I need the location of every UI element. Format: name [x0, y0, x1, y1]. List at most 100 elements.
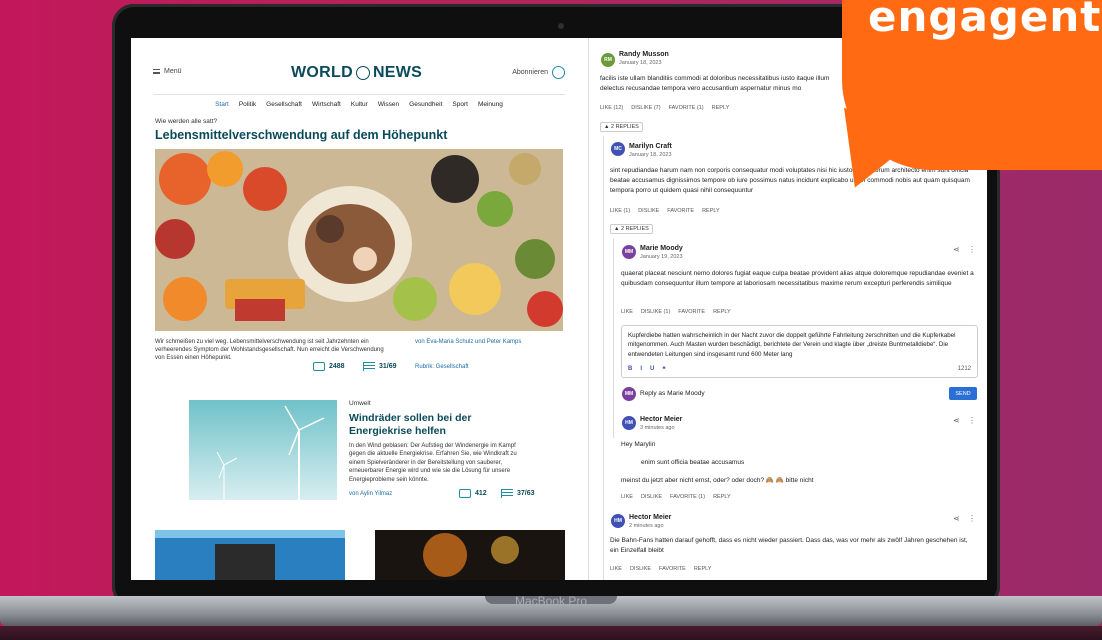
- lead-authors[interactable]: von Eva-Maria Schulz und Peter Kamps: [415, 338, 565, 346]
- reply-button[interactable]: REPLY: [702, 208, 720, 214]
- dislike-button[interactable]: DISLIKE (7): [631, 105, 660, 111]
- second-reads-value: 37/63: [517, 490, 535, 497]
- comment-text: sint repudiandae harum nam non corporis …: [610, 167, 970, 194]
- second-headline[interactable]: Windräder sollen bei der Energiekrise he…: [349, 412, 499, 437]
- dislike-button[interactable]: DISLIKE: [638, 208, 659, 214]
- dislike-button[interactable]: DISLIKE (1): [641, 309, 670, 315]
- lead-read-count[interactable]: 31/69: [363, 362, 397, 371]
- second-read-count[interactable]: 37/63: [501, 489, 535, 498]
- subscribe-label: Abonnieren: [512, 69, 548, 76]
- comment-author[interactable]: Marilyn Craft: [629, 143, 672, 150]
- comment-date: January 18, 2023: [629, 152, 672, 158]
- lead-comments-value: 2488: [329, 363, 345, 370]
- comment-text: meinst du jetzt aber nicht ernst, oder? …: [621, 477, 814, 484]
- send-button[interactable]: SEND: [949, 387, 977, 400]
- lead-caption: Wir schmeißen zu viel weg. Lebensmittelv…: [155, 339, 384, 362]
- comment-text: Hey Marylin: [621, 441, 656, 448]
- second-teaser: In den Wind geblasen: Der Aufstieg der W…: [349, 443, 517, 483]
- thumbnail-fireworks[interactable]: [375, 530, 565, 580]
- lead-reads-value: 31/69: [379, 363, 397, 370]
- share-icon[interactable]: ⋖: [953, 245, 961, 254]
- reply-button[interactable]: REPLY: [713, 494, 731, 500]
- more-options-icon[interactable]: ⋮: [968, 245, 977, 254]
- reply-button[interactable]: REPLY: [694, 566, 712, 572]
- nav-item-gesundheit[interactable]: Gesundheit: [409, 101, 442, 108]
- reply-button[interactable]: REPLY: [712, 105, 730, 111]
- thumbnail-protest[interactable]: [155, 530, 345, 580]
- favorite-button[interactable]: FAVORITE: [667, 208, 694, 214]
- second-author[interactable]: von Aylin Yilmaz: [349, 491, 392, 497]
- more-options-icon[interactable]: ⋮: [968, 514, 977, 523]
- second-kicker: Umwelt: [349, 400, 371, 407]
- wind-turbine-photo[interactable]: [189, 400, 337, 500]
- nav-item-gesellschaft[interactable]: Gesellschaft: [266, 101, 302, 108]
- underline-button[interactable]: U: [650, 366, 654, 373]
- like-button[interactable]: LIKE (1): [610, 208, 630, 214]
- reply-editor[interactable]: Kupferdiebe hatten wahrscheinlich in der…: [621, 325, 978, 378]
- reply-button[interactable]: REPLY: [713, 309, 731, 315]
- main-nav: Start Politik Gesellschaft Wirtschaft Ku…: [153, 94, 565, 108]
- more-options-icon[interactable]: ⋮: [968, 416, 977, 425]
- favorite-button[interactable]: FAVORITE: [659, 566, 686, 572]
- comment-author[interactable]: Marie Moody: [640, 245, 683, 252]
- subscribe-button[interactable]: Abonnieren: [512, 66, 565, 79]
- like-button[interactable]: LIKE: [610, 566, 622, 572]
- toggle-replies-button[interactable]: ▲ 2 REPLIES: [600, 122, 643, 132]
- like-button[interactable]: LIKE: [621, 309, 633, 315]
- nav-item-wirtschaft[interactable]: Wirtschaft: [312, 101, 341, 108]
- avatar[interactable]: MC: [611, 142, 625, 156]
- comment-author[interactable]: Hector Meier: [629, 514, 671, 521]
- avatar[interactable]: RM: [601, 53, 615, 67]
- comment-actions: LIKE (1) DISLIKE FAVORITE REPLY: [610, 208, 720, 214]
- replies-label: 2 REPLIES: [610, 124, 639, 130]
- menu-button[interactable]: Menü: [153, 68, 182, 75]
- camera-dot: [558, 23, 564, 29]
- second-comment-count[interactable]: 412: [459, 489, 487, 498]
- nav-item-meinung[interactable]: Meinung: [478, 101, 503, 108]
- comment-author[interactable]: Randy Musson: [619, 51, 669, 58]
- char-count: 1212: [957, 366, 971, 372]
- thread-line: [613, 238, 614, 438]
- comment-text: facilis iste ullam blanditiis commodi at…: [600, 75, 830, 92]
- comment-text: quaerat placeat nesciunt nemo dolores fu…: [621, 270, 974, 287]
- brand-wordmark: engagent: [868, 0, 1102, 41]
- avatar[interactable]: MM: [622, 245, 636, 259]
- share-icon[interactable]: ⋖: [953, 416, 961, 425]
- logo-word-right: NEWS: [372, 64, 423, 81]
- favorite-button[interactable]: FAVORITE (1): [670, 494, 705, 500]
- lead-rubric[interactable]: Rubrik: Gesellschaft: [415, 364, 469, 370]
- nav-item-sport[interactable]: Sport: [452, 101, 468, 108]
- comment-actions: LIKE DISLIKE FAVORITE REPLY: [610, 566, 711, 572]
- share-icon[interactable]: ⋖: [953, 514, 961, 523]
- nav-item-start[interactable]: Start: [215, 101, 229, 108]
- lead-comment-count[interactable]: 2488: [313, 362, 345, 371]
- site-header: Menü WORLD NEWS Abonnieren: [153, 64, 565, 84]
- dislike-button[interactable]: DISLIKE: [641, 494, 662, 500]
- comment-author[interactable]: Hector Meier: [640, 416, 682, 423]
- lead-kicker: Wie werden alle satt?: [155, 118, 218, 125]
- thread-line: [603, 136, 604, 580]
- toggle-replies-button[interactable]: ▲ 2 REPLIES: [610, 224, 653, 234]
- comment-actions: LIKE (12) DISLIKE (7) FAVORITE (1) REPLY: [600, 105, 729, 111]
- reply-as-label: Reply as Marie Moody: [640, 390, 705, 397]
- reply-editor-text[interactable]: Kupferdiebe hatten wahrscheinlich in der…: [628, 331, 973, 359]
- dislike-button[interactable]: DISLIKE: [630, 566, 651, 572]
- bold-button[interactable]: B: [628, 366, 632, 373]
- nav-item-politik[interactable]: Politik: [239, 101, 256, 108]
- lead-headline[interactable]: Lebensmittelverschwendung auf dem Höhepu…: [155, 128, 447, 142]
- avatar[interactable]: HM: [611, 514, 625, 528]
- like-button[interactable]: LIKE (12): [600, 105, 623, 111]
- like-button[interactable]: LIKE: [621, 494, 633, 500]
- site-logo[interactable]: WORLD NEWS: [291, 64, 422, 82]
- avatar[interactable]: HM: [622, 416, 636, 430]
- second-comments-value: 412: [475, 490, 487, 497]
- favorite-button[interactable]: FAVORITE (1): [669, 105, 704, 111]
- comment-actions: LIKE DISLIKE FAVORITE (1) REPLY: [621, 494, 731, 500]
- quote-button[interactable]: ❝: [662, 366, 665, 373]
- food-photo[interactable]: [155, 149, 563, 331]
- avatar: MM: [622, 387, 636, 401]
- favorite-button[interactable]: FAVORITE: [678, 309, 705, 315]
- nav-item-kultur[interactable]: Kultur: [351, 101, 368, 108]
- italic-button[interactable]: I: [640, 366, 642, 373]
- nav-item-wissen[interactable]: Wissen: [378, 101, 399, 108]
